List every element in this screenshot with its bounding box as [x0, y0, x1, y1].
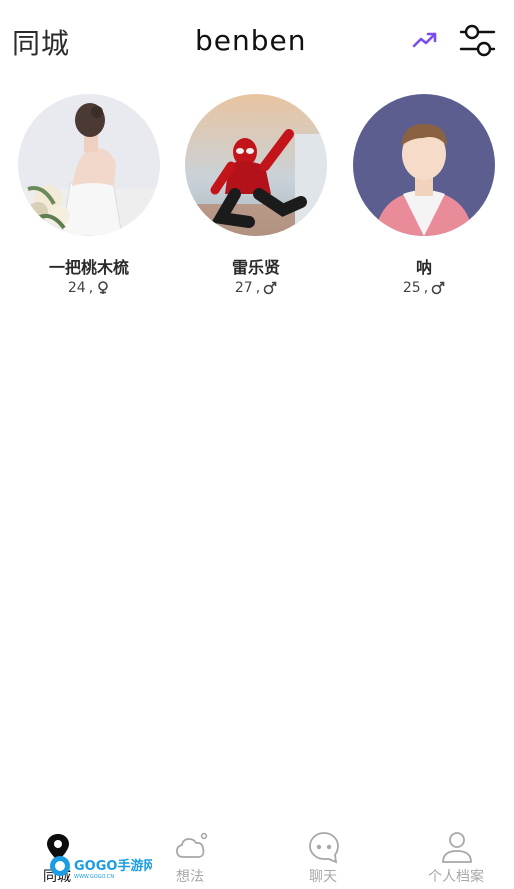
male-icon — [263, 281, 277, 295]
separator: , — [255, 280, 261, 296]
avatar[interactable] — [185, 94, 327, 236]
tab-chat[interactable]: 聊天 — [268, 826, 378, 889]
user-meta: 27, — [181, 280, 331, 296]
user-meta: 24, — [14, 280, 164, 296]
gogo-watermark: GOGO手游网 WWW.GOGO.CN — [48, 852, 156, 880]
user-age: 24 — [67, 280, 86, 296]
user-age: 25 — [402, 280, 421, 296]
cloud-icon — [174, 830, 208, 864]
nearby-users-list: 一把桃木梳 24, 雷乐贤 27 , 呐 25 , — [0, 94, 514, 314]
watermark-text: GOGO手游网 — [74, 858, 152, 874]
chat-bubble-icon — [307, 830, 341, 864]
male-icon — [431, 281, 445, 295]
tab-label: 聊天 — [309, 869, 337, 885]
user-name: 雷乐贤 — [231, 258, 280, 277]
top-bar: 同城 benben — [0, 0, 514, 84]
avatar[interactable] — [18, 94, 160, 236]
page-title: 同城 — [12, 27, 71, 60]
tab-profile[interactable]: 个人档案 — [401, 826, 511, 889]
separator: , — [88, 280, 94, 296]
user-card-1[interactable]: 一把桃木梳 24, — [14, 94, 164, 309]
user-age: 27 — [234, 280, 253, 296]
user-card-2[interactable]: 雷乐贤 27, — [181, 94, 331, 309]
user-name: 呐 — [415, 258, 432, 277]
user-card-3[interactable]: 呐 25, — [349, 94, 499, 309]
female-icon — [96, 281, 110, 295]
benben-logo: benben — [195, 21, 319, 65]
separator: , — [423, 280, 429, 296]
user-name: 一把桃木梳 — [48, 258, 129, 277]
avatar[interactable] — [353, 94, 495, 236]
trend-up-icon[interactable] — [410, 26, 440, 54]
logo-text: benben — [195, 24, 307, 57]
user-meta: 25, — [349, 280, 499, 296]
sliders-icon[interactable] — [458, 22, 498, 60]
watermark-sub: WWW.GOGO.CN — [74, 874, 114, 880]
tab-label: 个人档案 — [428, 869, 484, 885]
person-icon — [440, 830, 474, 864]
